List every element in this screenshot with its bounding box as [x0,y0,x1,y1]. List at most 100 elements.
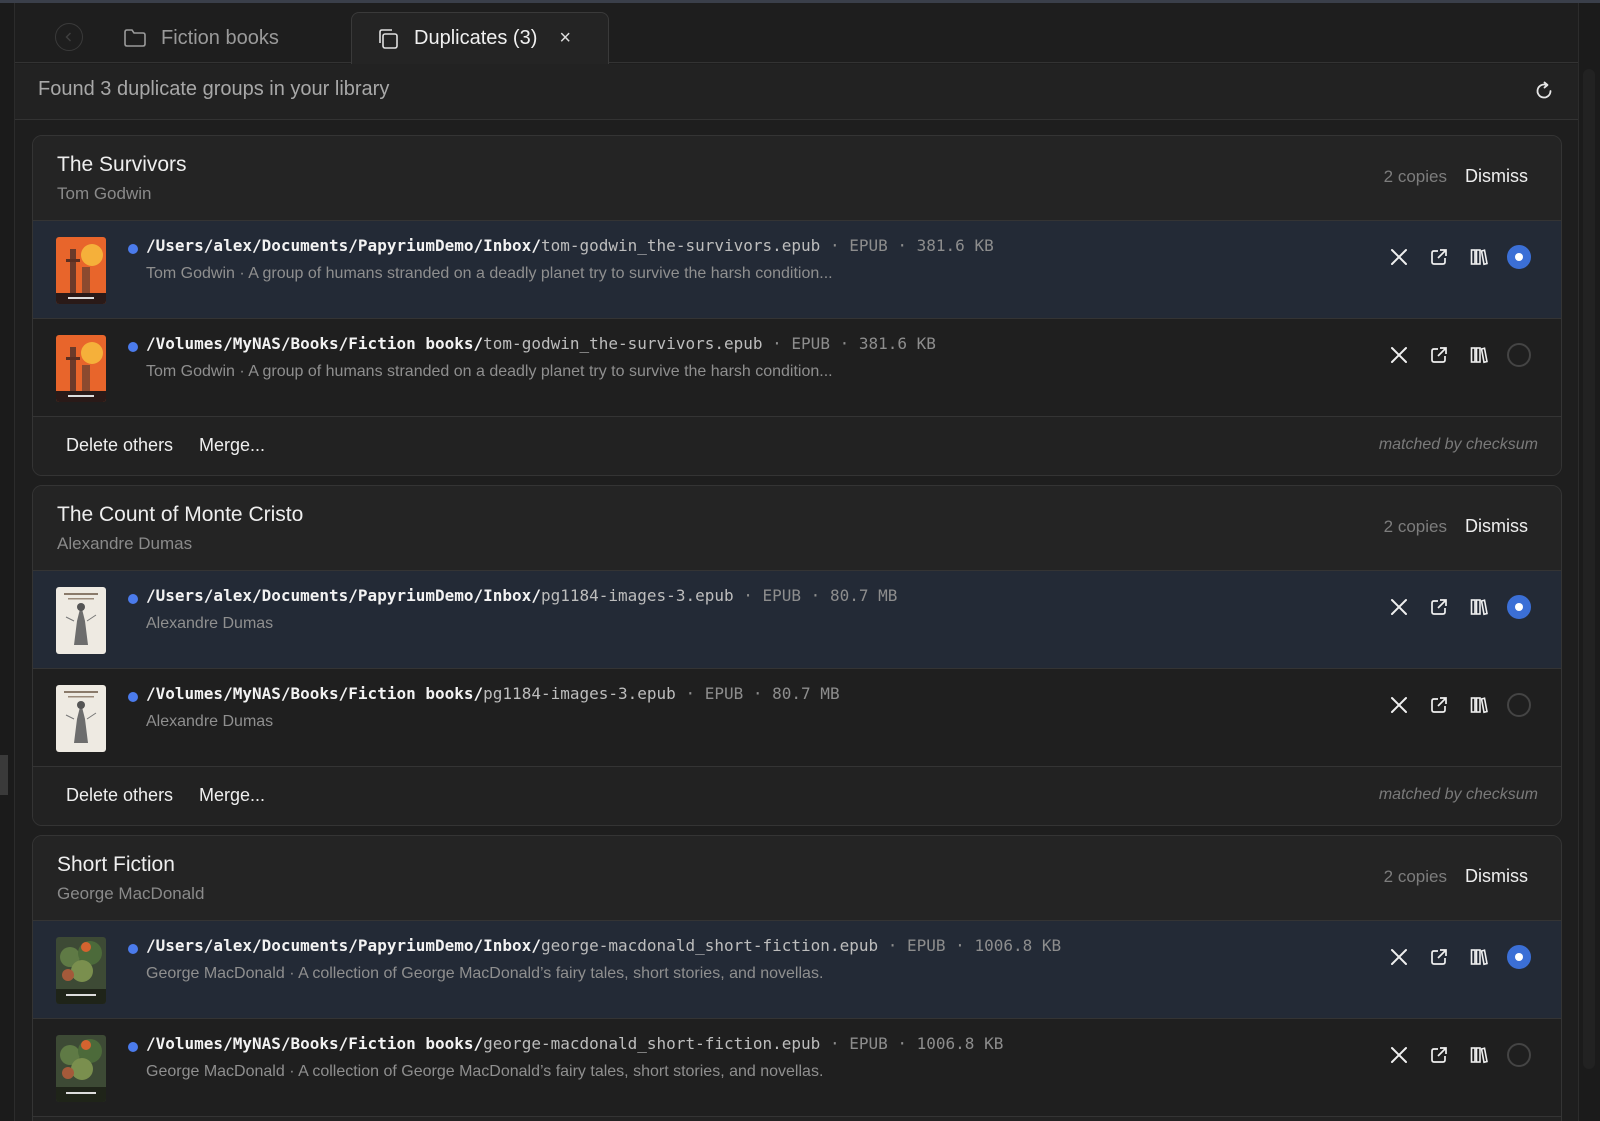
duplicate-file-row[interactable]: /Volumes/MyNAS/Books/Fiction books/pg118… [33,669,1561,767]
book-description: George MacDonald · A collection of Georg… [146,965,824,982]
show-in-library-button[interactable] [1459,689,1499,721]
show-in-library-button[interactable] [1459,941,1499,973]
chevron-left-icon [65,32,72,42]
file-name: pg1184-images-3.epub [483,684,676,703]
close-icon [1391,949,1407,965]
sidebar-resize-handle[interactable] [0,755,8,795]
delete-others-button[interactable]: Delete others [66,435,173,456]
status-dot [128,244,138,254]
file-directory: /Users/alex/Documents/PapyriumDemo/Inbox… [146,936,541,955]
remove-button[interactable] [1379,591,1419,623]
show-in-library-button[interactable] [1459,241,1499,273]
file-name: george-macdonald_short-fiction.epub [483,1034,821,1053]
refresh-icon [1536,81,1552,99]
library-icon [1470,1047,1488,1064]
merge-button[interactable]: Merge... [199,435,265,456]
library-icon [1470,347,1488,364]
open-external-button[interactable] [1419,339,1459,371]
scrollbar-thumb[interactable] [1583,69,1595,1069]
duplicate-group: Short Fiction George MacDonald 2 copies Dis… [32,835,1562,1121]
duplicate-group: The Survivors Tom Godwin 2 copies Dismiss/U… [32,135,1562,476]
group-author: George MacDonald [57,884,205,903]
group-header: Short Fiction George MacDonald 2 copies Dis… [33,836,1561,921]
delete-others-button[interactable]: Delete others [66,785,173,806]
book-description: Tom Godwin · A group of humans stranded … [146,363,833,380]
duplicate-file-row[interactable]: /Users/alex/Documents/PapyriumDemo/Inbox… [33,221,1561,319]
dismiss-button[interactable]: Dismiss [1465,516,1528,537]
open-external-button[interactable] [1419,941,1459,973]
file-path: /Users/alex/Documents/PapyriumDemo/Inbox… [146,586,897,605]
keep-radio[interactable] [1507,1043,1531,1067]
close-icon [1391,1047,1407,1063]
file-meta: · EPUB · 381.6 KB [762,334,936,353]
close-icon [1391,599,1407,615]
row-actions [1379,941,1539,973]
duplicate-file-row[interactable]: /Volumes/MyNAS/Books/Fiction books/tom-g… [33,319,1561,417]
copy-icon [379,28,398,49]
keep-radio[interactable] [1507,343,1531,367]
show-in-library-button[interactable] [1459,1039,1499,1071]
row-actions [1379,241,1539,273]
keep-radio[interactable] [1507,945,1531,969]
file-meta: · EPUB · 80.7 MB [675,684,840,703]
duplicate-file-row[interactable]: /Users/alex/Documents/PapyriumDemo/Inbox… [33,571,1561,669]
dismiss-button[interactable]: Dismiss [1465,866,1528,887]
library-icon [1470,249,1488,266]
file-path: /Users/alex/Documents/PapyriumDemo/Inbox… [146,236,994,255]
close-icon [1391,249,1407,265]
dismiss-button[interactable]: Dismiss [1465,166,1528,187]
keep-radio[interactable] [1507,595,1531,619]
tab-close-button[interactable]: × [559,27,571,50]
copies-count: 2 copies [1383,167,1447,186]
file-directory: /Volumes/MyNAS/Books/Fiction books/ [146,334,484,353]
status-dot [128,692,138,702]
library-icon [1470,697,1488,714]
tab-duplicates[interactable]: Duplicates (3) × [351,12,609,64]
external-link-icon [1431,1047,1447,1063]
left-sidebar-edge [0,3,15,1121]
remove-button[interactable] [1379,339,1419,371]
external-link-icon [1431,697,1447,713]
status-dot [128,944,138,954]
file-path: /Users/alex/Documents/PapyriumDemo/Inbox… [146,936,1061,955]
keep-radio[interactable] [1507,245,1531,269]
folder-icon [124,29,146,47]
duplicate-file-row[interactable]: /Volumes/MyNAS/Books/Fiction books/georg… [33,1019,1561,1117]
summary-suffix: in your library [269,78,390,100]
external-link-icon [1431,249,1447,265]
group-author: Tom Godwin [57,184,152,203]
show-in-library-button[interactable] [1459,339,1499,371]
open-external-button[interactable] [1419,591,1459,623]
book-description: Tom Godwin · A group of humans stranded … [146,265,833,282]
row-actions [1379,339,1539,371]
open-external-button[interactable] [1419,689,1459,721]
book-cover [56,937,106,1004]
file-directory: /Volumes/MyNAS/Books/Fiction books/ [146,1034,484,1053]
file-name: george-macdonald_short-fiction.epub [540,936,879,955]
file-path: /Volumes/MyNAS/Books/Fiction books/tom-g… [146,334,936,353]
file-meta: · EPUB · 1006.8 KB [878,936,1062,955]
duplicate-file-row[interactable]: /Users/alex/Documents/PapyriumDemo/Inbox… [33,921,1561,1019]
merge-button[interactable]: Merge... [199,785,265,806]
back-button[interactable] [55,23,83,51]
remove-button[interactable] [1379,941,1419,973]
remove-button[interactable] [1379,689,1419,721]
open-external-button[interactable] [1419,241,1459,273]
tab-duplicates-label: Duplicates (3) [414,27,538,49]
row-actions [1379,1039,1539,1071]
tab-fiction-label: Fiction books [161,26,279,49]
scrollbar-track[interactable] [1578,3,1600,1121]
show-in-library-button[interactable] [1459,591,1499,623]
remove-button[interactable] [1379,1039,1419,1071]
tab-fiction-books[interactable]: Fiction books [123,12,279,64]
keep-radio[interactable] [1507,693,1531,717]
close-icon [1391,697,1407,713]
external-link-icon [1431,949,1447,965]
book-cover [56,587,106,654]
remove-button[interactable] [1379,241,1419,273]
status-dot [128,594,138,604]
open-external-button[interactable] [1419,1039,1459,1071]
refresh-button[interactable] [1530,77,1558,105]
file-meta: · EPUB · 1006.8 KB [820,1034,1004,1053]
row-actions [1379,689,1539,721]
